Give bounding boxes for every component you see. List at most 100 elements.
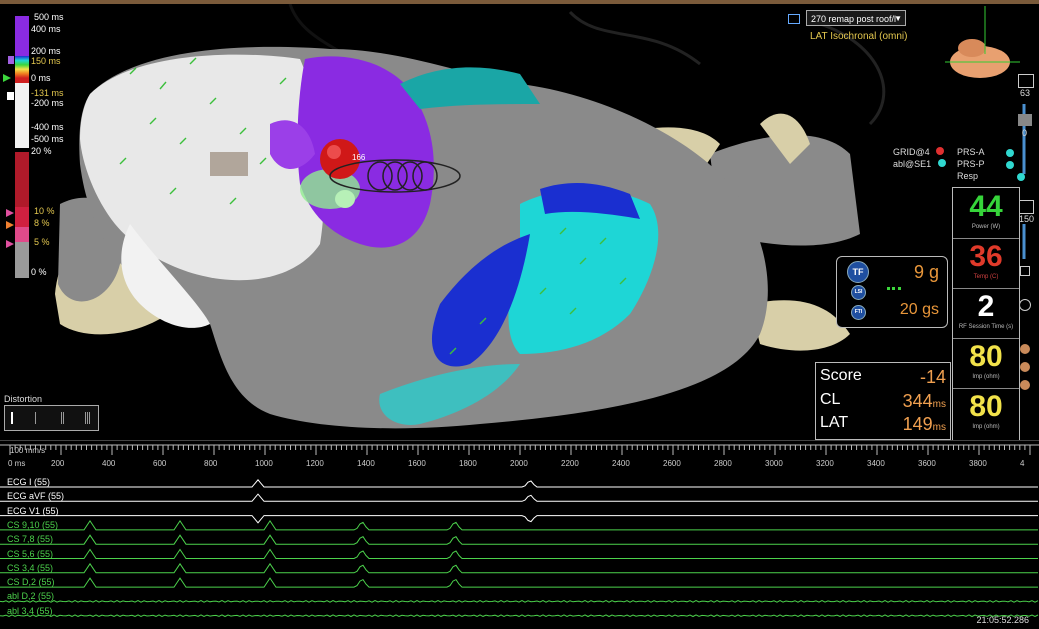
distortion-slider[interactable]: [4, 405, 99, 431]
lock-icon[interactable]: [1020, 266, 1030, 276]
vital-rf-time-value: 2: [977, 290, 995, 323]
lat-color-scale[interactable]: [15, 16, 29, 148]
catheter-legend-abl: abl@SE1: [893, 159, 946, 169]
pct-scale-label-10: 10 %: [34, 206, 55, 216]
catheter-dot-cyan: [937, 159, 946, 167]
score-label: Score: [820, 367, 862, 384]
ecg-trace: [0, 515, 1038, 524]
ecg-lead-label[interactable]: CS D,2 (55): [7, 577, 55, 587]
ecg-lead-label[interactable]: abl D,2 (55): [7, 591, 54, 601]
ecg-trace: [0, 519, 1038, 531]
resp-indicator-p[interactable]: [1006, 161, 1014, 169]
ecg-lead-label[interactable]: ECG I (55): [7, 477, 50, 487]
pct-marker-8-handle[interactable]: [6, 221, 14, 229]
head-front-icon[interactable]: [1020, 344, 1030, 354]
vital-power-value: 44: [969, 190, 1003, 223]
ecg-trace: [0, 600, 1039, 603]
ecg-lead-label[interactable]: CS 3,4 (55): [7, 563, 53, 573]
chevron-down-icon: ▼: [894, 14, 902, 23]
vital-imp-1-label: Imp (ohm): [972, 374, 1000, 380]
ecg-lead-label[interactable]: CS 9,10 (55): [7, 520, 58, 530]
lat-scale-label-150: 150 ms: [31, 56, 61, 66]
distortion-thumb[interactable]: [11, 412, 13, 424]
time-tick-label: 200: [51, 459, 65, 468]
ecg-lead-label[interactable]: abl 3,4 (55): [7, 606, 53, 616]
vital-imp-1: 80 Imp (ohm): [953, 338, 1019, 389]
target-icon[interactable]: [1019, 299, 1031, 311]
ecg-traces: [0, 444, 1039, 618]
catheter-dot-red: [936, 147, 945, 155]
ecg-trace: [0, 493, 1038, 502]
mesh-icon[interactable]: [1018, 200, 1034, 214]
vital-power: 44 Power (W): [953, 188, 1019, 239]
time-tick-label: 2800: [714, 459, 732, 468]
vital-imp-1-value: 80: [969, 340, 1003, 373]
time-tick-label: 2000: [510, 459, 528, 468]
lat-value: 149: [902, 414, 933, 434]
catheter-tip-label: 166: [352, 153, 366, 162]
catheter-name-abl: abl@SE1: [893, 159, 932, 169]
mountain-icon[interactable]: [1018, 74, 1034, 88]
lat-unit: ms: [932, 422, 946, 433]
lat-marker-low-handle[interactable]: [7, 92, 14, 100]
layers-icon[interactable]: [1018, 114, 1032, 126]
ecg-lead-label[interactable]: CS 7,8 (55): [7, 534, 53, 544]
orientation-model[interactable]: [945, 6, 1020, 78]
resp-resp: Resp: [957, 171, 978, 181]
time-tick-label: 3000: [765, 459, 783, 468]
time-tick-label: 0 ms: [8, 459, 26, 468]
vital-imp-2-label: Imp (ohm): [972, 424, 1000, 430]
resp-indicator-resp[interactable]: [1017, 173, 1025, 181]
contact-force-panel: TF LSI FTI 9 g 20 gs: [836, 256, 948, 328]
map-subtitle: LAT Isochronal (omni): [810, 31, 908, 42]
ecg-lead-label[interactable]: ECG aVF (55): [7, 491, 64, 501]
ablation-vitals-panel: 44 Power (W) 36 Temp (C) 2 RF Session Ti…: [952, 187, 1020, 440]
distortion-label: Distortion: [4, 394, 43, 404]
pct-scale-label-5: 5 %: [34, 237, 50, 247]
fti-badge-icon[interactable]: FTI: [851, 305, 866, 320]
catheter-name-grid: GRID@4: [893, 147, 930, 157]
time-tick-label: 1400: [357, 459, 375, 468]
ecg-trace: [0, 534, 1038, 545]
time-tick-label: 600: [153, 459, 167, 468]
head-back-icon[interactable]: [1020, 380, 1030, 390]
lat-scale-label-400: 400 ms: [31, 24, 61, 34]
lat-label: LAT: [820, 414, 849, 431]
pct-scale-label-0: 0 %: [31, 267, 47, 277]
lat-value-wrap: 149ms: [903, 414, 946, 435]
ecg-trace: [0, 577, 1038, 588]
percent-color-scale[interactable]: [15, 152, 29, 278]
pct-scale-label-20: 20 %: [31, 146, 52, 156]
ecg-lead-label[interactable]: CS 5,6 (55): [7, 549, 53, 559]
vital-imp-2-value: 80: [969, 390, 1003, 423]
vital-power-label: Power (W): [971, 224, 1001, 230]
time-tick-label: 400: [102, 459, 116, 468]
time-tick-label: 1600: [408, 459, 426, 468]
ecg-strip[interactable]: 100 mm/s 0 ms 200 400 600 800 1000 1200 1400 160…: [0, 440, 1039, 629]
map-select-dropdown[interactable]: 270 remap post roof/l ▼: [806, 10, 906, 26]
head-side-icon[interactable]: [1020, 362, 1030, 372]
map-view-icon[interactable]: [788, 14, 800, 24]
fti-value: 20 gs: [899, 301, 939, 318]
resp-indicator-a[interactable]: [1006, 149, 1014, 157]
time-tick-label: 1200: [306, 459, 324, 468]
lat-marker-top-handle[interactable]: [8, 56, 14, 64]
tf-badge-icon[interactable]: TF: [847, 261, 869, 283]
3d-map-viewport[interactable]: 166 500 ms 400 ms 200 ms 150 ms 0 ms -13…: [0, 4, 1039, 440]
ecg-trace: [0, 562, 1038, 574]
pct-marker-10-handle[interactable]: [6, 209, 14, 217]
vital-rf-time: 2 RF Session Time (s): [953, 288, 1019, 339]
lat-marker-zero-handle[interactable]: [3, 74, 11, 82]
cl-label: CL: [820, 391, 841, 408]
lsi-indicator: [887, 287, 901, 294]
time-tick-label: 1800: [459, 459, 477, 468]
resp-prs-a: PRS-A: [957, 147, 985, 157]
pct-marker-5-handle[interactable]: [6, 240, 14, 248]
time-tick-label: 1000: [255, 459, 273, 468]
ecg-trace: [0, 548, 1038, 559]
time-tick-label: 3400: [867, 459, 885, 468]
ecg-lead-label[interactable]: ECG V1 (55): [7, 506, 59, 516]
lsi-badge-icon[interactable]: LSI: [851, 285, 866, 300]
map-select-value: 270 remap post roof/l: [811, 14, 897, 24]
time-tick-label: 2200: [561, 459, 579, 468]
